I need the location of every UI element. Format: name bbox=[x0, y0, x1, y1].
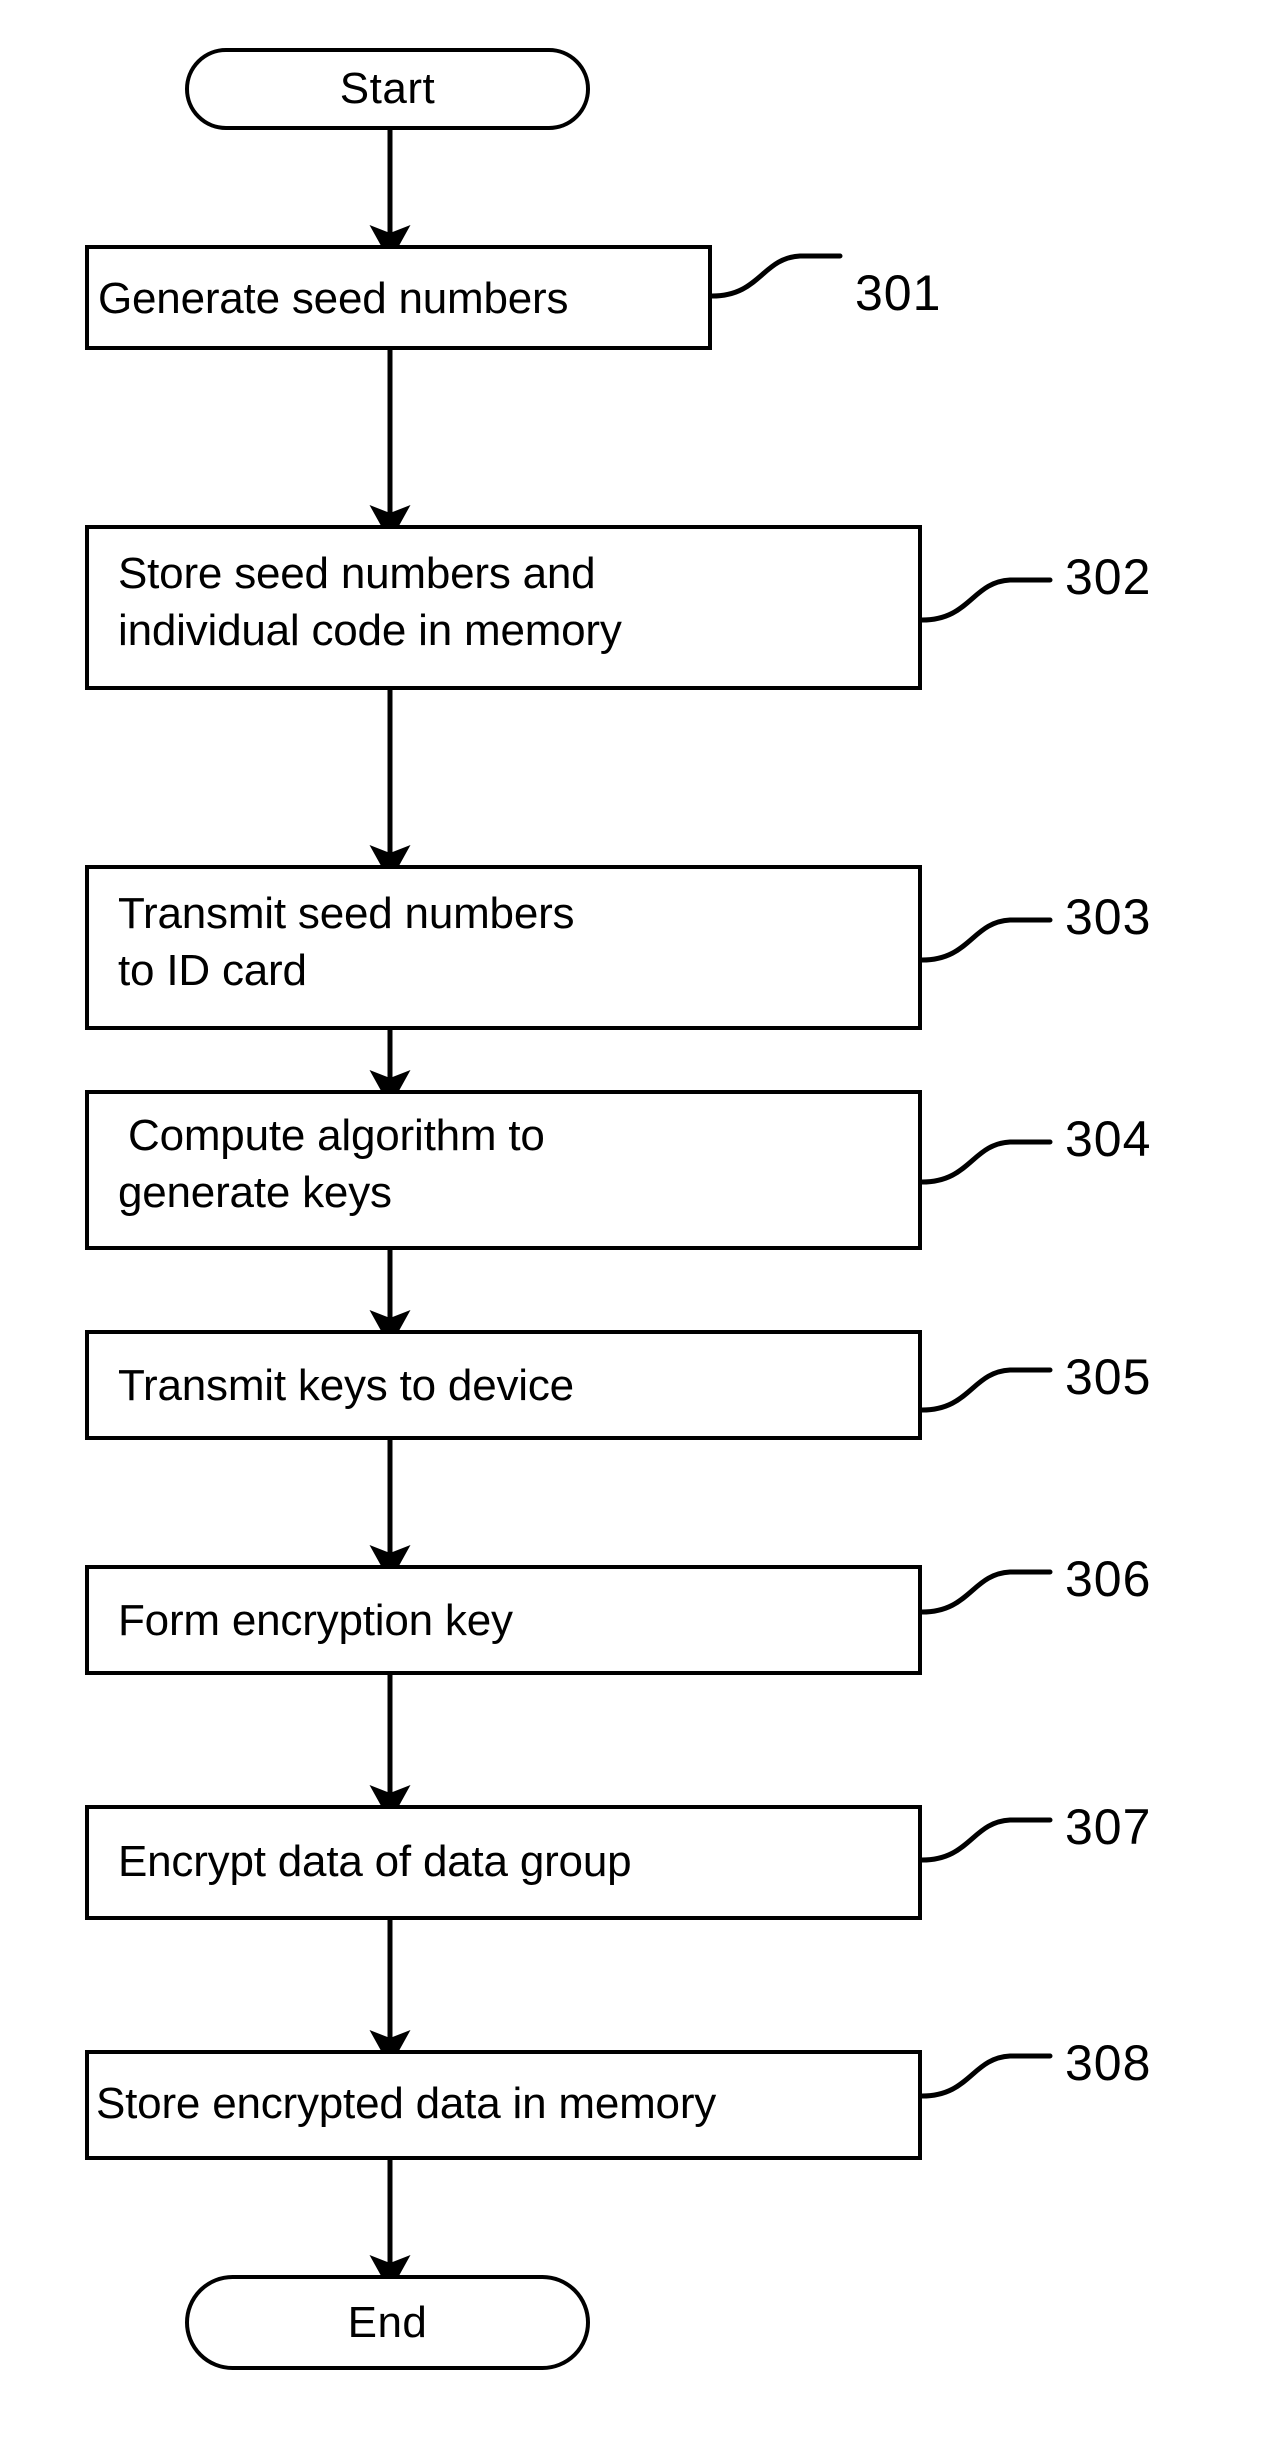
leader-301 bbox=[709, 253, 843, 299]
reference-numeral-302: 302 bbox=[1065, 549, 1152, 605]
reference-numeral-308: 308 bbox=[1065, 2035, 1152, 2091]
process-label-306: Form encryption key bbox=[118, 1596, 513, 1645]
start-terminator: Start bbox=[185, 48, 590, 130]
process-label-302-line2: individual code in memory bbox=[118, 606, 622, 655]
reference-numeral-303: 303 bbox=[1065, 889, 1152, 945]
end-terminator: End bbox=[185, 2275, 590, 2370]
process-label-304-line1: Compute algorithm to bbox=[128, 1111, 545, 1160]
start-terminator-label: Start bbox=[339, 64, 436, 113]
process-label-303-line2: to ID card bbox=[118, 946, 307, 995]
process-label-305: Transmit keys to device bbox=[118, 1361, 574, 1410]
leader-305 bbox=[919, 1367, 1053, 1413]
process-label-307: Encrypt data of data group bbox=[118, 1837, 632, 1886]
flowchart-canvas: Start Generate seed numbers 301 Store se… bbox=[0, 0, 1285, 2437]
process-label-302-line1: Store seed numbers and bbox=[118, 549, 596, 598]
leader-307 bbox=[919, 1817, 1053, 1863]
end-terminator-label: End bbox=[347, 2297, 428, 2347]
reference-numeral-304: 304 bbox=[1065, 1111, 1152, 1167]
leader-302 bbox=[919, 577, 1053, 623]
process-label-303-line1: Transmit seed numbers bbox=[118, 889, 575, 938]
leader-303 bbox=[919, 917, 1053, 963]
leader-306 bbox=[919, 1569, 1053, 1615]
process-label-308: Store encrypted data in memory bbox=[96, 2079, 717, 2128]
leader-308 bbox=[919, 2053, 1053, 2099]
reference-numeral-301: 301 bbox=[855, 265, 942, 321]
leader-304 bbox=[919, 1139, 1053, 1185]
process-label-301: Generate seed numbers bbox=[98, 274, 569, 323]
process-label-304-line2: generate keys bbox=[118, 1168, 392, 1217]
reference-numeral-305: 305 bbox=[1065, 1349, 1152, 1405]
reference-numeral-306: 306 bbox=[1065, 1551, 1152, 1607]
reference-numeral-307: 307 bbox=[1065, 1799, 1152, 1855]
